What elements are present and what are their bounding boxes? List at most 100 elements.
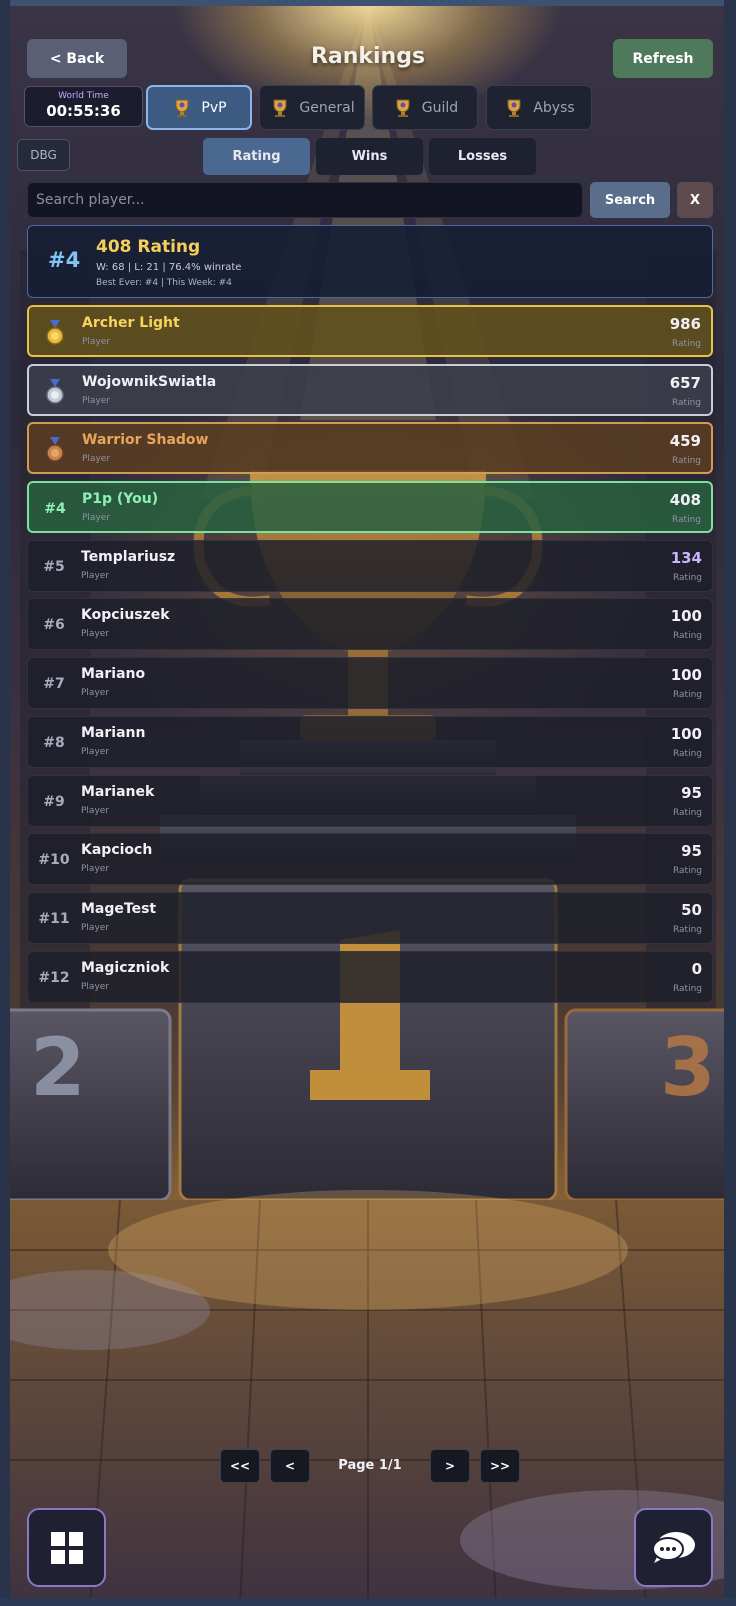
chat-button[interactable]: [634, 1508, 713, 1587]
player-rating: 100: [670, 607, 702, 626]
player-rating: 657: [669, 373, 701, 392]
last-page-button[interactable]: >>: [480, 1449, 520, 1483]
rating-label: Rating: [671, 339, 701, 349]
first-page-button[interactable]: <<: [220, 1449, 260, 1483]
rank-position: #11: [38, 910, 70, 927]
ranking-row[interactable]: #5 Templariusz Player 134 Rating: [27, 539, 713, 592]
tab-label: Abyss: [533, 99, 575, 116]
player-rating: 50: [681, 900, 702, 919]
sort-tab-losses[interactable]: Losses: [429, 138, 536, 175]
tab-label: PvP: [201, 99, 227, 116]
my-rank-rating: 408 Rating: [96, 237, 201, 257]
sort-tab-rating[interactable]: Rating: [203, 138, 310, 175]
player-name: Warrior Shadow: [82, 432, 209, 449]
player-type: Player: [82, 337, 111, 347]
tab-guild[interactable]: Guild: [372, 85, 478, 130]
svg-text:2: 2: [30, 1021, 86, 1114]
ranking-row[interactable]: WojownikSwiatla Player 657 Rating: [27, 363, 713, 418]
rating-label: Rating: [671, 397, 701, 408]
rating-label: Rating: [672, 807, 702, 818]
player-name: WojownikSwiatla: [82, 373, 217, 390]
chat-bubble-icon: [651, 1531, 695, 1563]
debug-button[interactable]: DBG: [17, 139, 70, 171]
player-rating: 986: [669, 315, 701, 333]
tab-pvp[interactable]: PvP: [146, 85, 252, 130]
rating-label: Rating: [672, 690, 702, 701]
silver-medal-icon: [29, 366, 81, 418]
ranking-row-current-player[interactable]: #4 P1p (You) Player 408 Rating: [27, 481, 713, 534]
prev-page-button[interactable]: <: [270, 1449, 310, 1483]
rank-position: #10: [38, 852, 70, 869]
ranking-row[interactable]: Archer Light Player 986 Rating: [27, 305, 713, 357]
my-rank-best: Best Ever: #4 | This Week: #4: [96, 278, 232, 288]
trophy-icon: [269, 97, 291, 119]
ranking-row[interactable]: #11 MageTest Player 50 Rating: [27, 891, 713, 944]
trophy-icon: [171, 97, 193, 119]
sort-tab-wins[interactable]: Wins: [316, 138, 423, 175]
ranking-row[interactable]: #10 Kapcioch Player 95 Rating: [27, 833, 713, 886]
page-title: Rankings: [310, 44, 426, 69]
left-frame-border: [0, 0, 10, 1606]
player-name: Kapcioch: [81, 842, 153, 859]
trophy-icon: [503, 97, 525, 119]
tab-abyss[interactable]: Abyss: [486, 85, 592, 130]
trophy-icon: [392, 97, 414, 119]
rating-label: Rating: [672, 866, 702, 877]
rating-label: Rating: [672, 983, 702, 994]
rating-label: Rating: [672, 572, 702, 583]
player-rating: 408: [669, 491, 701, 510]
player-type: Player: [81, 805, 110, 816]
my-rank-card: #4 408 Rating W: 68 | L: 21 | 76.4% winr…: [27, 225, 713, 298]
player-rating: 134: [670, 548, 702, 567]
player-type: Player: [81, 570, 110, 581]
right-frame-border: [724, 0, 736, 1606]
player-name: Marianek: [81, 783, 155, 800]
my-rank-position: #4: [48, 248, 81, 272]
rating-label: Rating: [672, 631, 702, 642]
search-button[interactable]: Search: [590, 182, 670, 218]
page-indicator: Page 1/1: [338, 1458, 402, 1473]
tab-general[interactable]: General: [259, 85, 365, 130]
player-type: Player: [81, 864, 110, 875]
player-type: Player: [81, 629, 110, 640]
rank-position: #4: [44, 501, 66, 518]
player-type: Player: [82, 454, 111, 465]
search-input[interactable]: [27, 182, 583, 218]
ranking-row[interactable]: #9 Marianek Player 95 Rating: [27, 774, 713, 827]
world-time-label: World Time: [58, 91, 109, 101]
rating-label: Rating: [672, 748, 702, 759]
player-type: Player: [81, 981, 110, 992]
my-rank-stats: W: 68 | L: 21 | 76.4% winrate: [96, 262, 242, 273]
top-frame-border: [0, 0, 736, 6]
rating-label: Rating: [672, 924, 702, 935]
ranking-row[interactable]: #12 Magiczniok Player 0 Rating: [27, 950, 713, 1003]
grid-menu-icon: [50, 1531, 83, 1564]
player-name: P1p (You): [82, 491, 159, 508]
clear-search-button[interactable]: X: [677, 182, 713, 218]
ranking-row[interactable]: #6 Kopciuszek Player 100 Rating: [27, 598, 713, 651]
bottom-frame-border: [0, 1598, 736, 1606]
ranking-row[interactable]: Warrior Shadow Player 459 Rating: [27, 422, 713, 475]
refresh-button[interactable]: Refresh: [613, 39, 713, 78]
player-name: Archer Light: [82, 315, 180, 331]
ranking-row[interactable]: #8 Mariann Player 100 Rating: [27, 715, 713, 768]
rating-label: Rating: [671, 515, 701, 526]
player-type: Player: [81, 922, 110, 933]
rank-position: #7: [43, 676, 65, 693]
ranking-row[interactable]: #7 Mariano Player 100 Rating: [27, 657, 713, 710]
player-type: Player: [82, 395, 111, 406]
player-name: Mariano: [81, 666, 146, 683]
player-name: MageTest: [81, 900, 157, 917]
svg-text:3: 3: [660, 1021, 716, 1114]
rank-position: #8: [43, 734, 65, 751]
world-time-value: 00:55:36: [46, 102, 121, 120]
player-name: Templariusz: [81, 548, 176, 565]
rating-label: Rating: [671, 456, 701, 467]
menu-button[interactable]: [27, 1508, 106, 1587]
rank-position: #5: [43, 558, 65, 575]
back-button[interactable]: < Back: [27, 39, 127, 78]
player-type: Player: [81, 746, 110, 757]
player-rating: 95: [681, 783, 702, 802]
next-page-button[interactable]: >: [430, 1449, 470, 1483]
tab-label: Guild: [421, 99, 459, 116]
